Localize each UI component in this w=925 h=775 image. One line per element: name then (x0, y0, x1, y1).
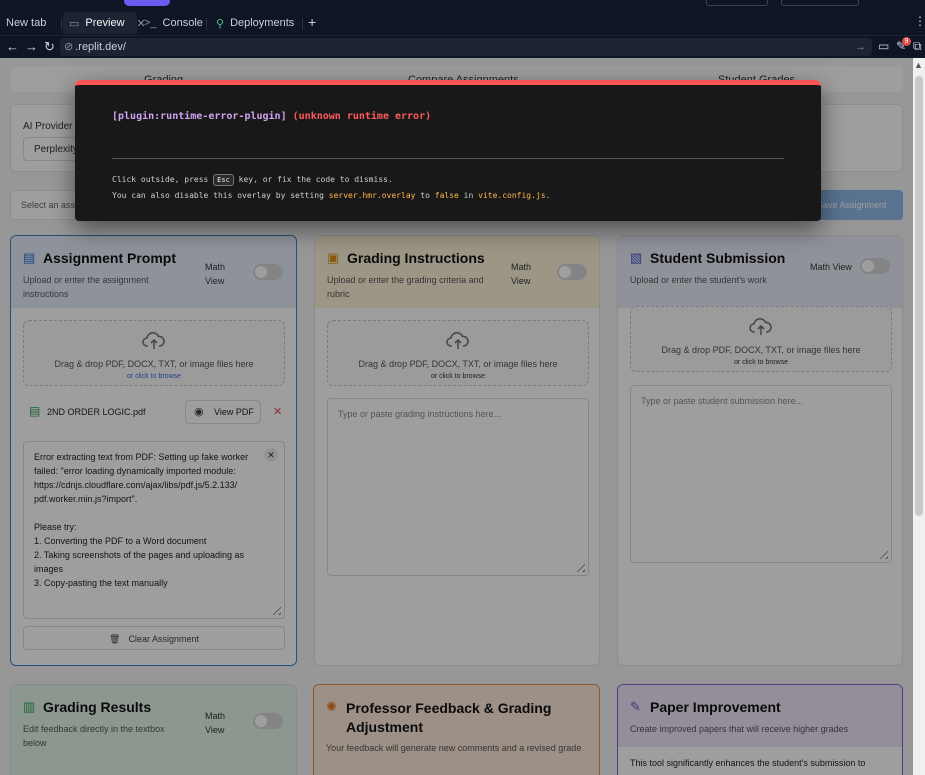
forward-arrow-icon[interactable]: → (25, 39, 38, 54)
tab-separator (302, 18, 303, 30)
scroll-up-icon[interactable]: ▲ (914, 60, 923, 70)
tip-text: in (463, 191, 474, 200)
config-value: false (434, 191, 459, 200)
top-control[interactable] (781, 0, 859, 6)
esc-key: Esc (213, 174, 234, 186)
browser-tab-bar: New tab ▭ Preview ✕ >_ Console ⚲ Deploym… (0, 10, 925, 36)
devices-icon[interactable]: ▭ (878, 39, 889, 53)
tip-text: Click outside, press (112, 175, 209, 184)
disable-tip: You can also disable this overlay by set… (112, 191, 550, 200)
tab-separator (206, 18, 207, 30)
tab-label: Preview (85, 17, 125, 29)
tab-preview[interactable]: ▭ Preview ✕ (63, 12, 146, 34)
tip-text: key, or fix the code to dismiss. (238, 175, 393, 184)
tab-console[interactable]: >_ Console (138, 12, 208, 34)
top-control[interactable] (706, 0, 768, 6)
link-icon: ⊘ (64, 41, 74, 53)
back-arrow-icon[interactable]: ← (6, 39, 19, 54)
reload-icon[interactable]: ↻ (44, 39, 55, 55)
page-scrollbar[interactable]: ▲ (913, 58, 925, 775)
tip-text: You can also disable this overlay by set… (112, 191, 324, 200)
scrollbar-thumb[interactable] (915, 76, 923, 516)
tab-separator (61, 18, 62, 30)
url-input[interactable]: ⊘ .replit.dev/ → (60, 38, 872, 56)
error-text: (unknown runtime error) (292, 111, 432, 122)
config-key: server.hmr.overlay (328, 191, 416, 200)
tab-label: Deployments (230, 17, 295, 29)
browser-top-strip (0, 0, 925, 10)
notification-badge: 9 (902, 37, 911, 46)
error-message: [plugin:runtime-error-plugin] (unknown r… (112, 111, 431, 122)
more-vertical-icon[interactable]: ⋮ (914, 14, 925, 28)
divider (112, 158, 784, 159)
url-bar: ← → ↻ ⊘ .replit.dev/ → ▭ ✎ ⧉ (0, 36, 925, 58)
runtime-error-overlay: [plugin:runtime-error-plugin] (unknown r… (75, 80, 821, 221)
tab-label: Console (162, 17, 203, 29)
tip-text: to (420, 191, 430, 200)
tab-deployments[interactable]: ⚲ Deployments (210, 12, 304, 34)
error-plugin: [plugin:runtime-error-plugin] (112, 111, 287, 122)
config-file: vite.config.js (478, 191, 546, 200)
dismiss-tip: Click outside, press Esc key, or fix the… (112, 174, 393, 186)
tab-new[interactable]: New tab (0, 12, 60, 34)
url-text: .replit.dev/ (75, 41, 126, 53)
preview-icon: ▭ (69, 17, 80, 30)
deploy-icon: ⚲ (216, 17, 225, 30)
go-arrow-icon[interactable]: → (855, 38, 866, 56)
external-link-icon[interactable]: ⧉ (913, 39, 922, 54)
new-tab-plus-icon[interactable]: + (308, 14, 316, 30)
tab-label: New tab (6, 17, 47, 29)
terminal-icon: >_ (144, 17, 157, 29)
tip-text: . (545, 191, 551, 200)
workspace-pill[interactable] (124, 0, 170, 6)
